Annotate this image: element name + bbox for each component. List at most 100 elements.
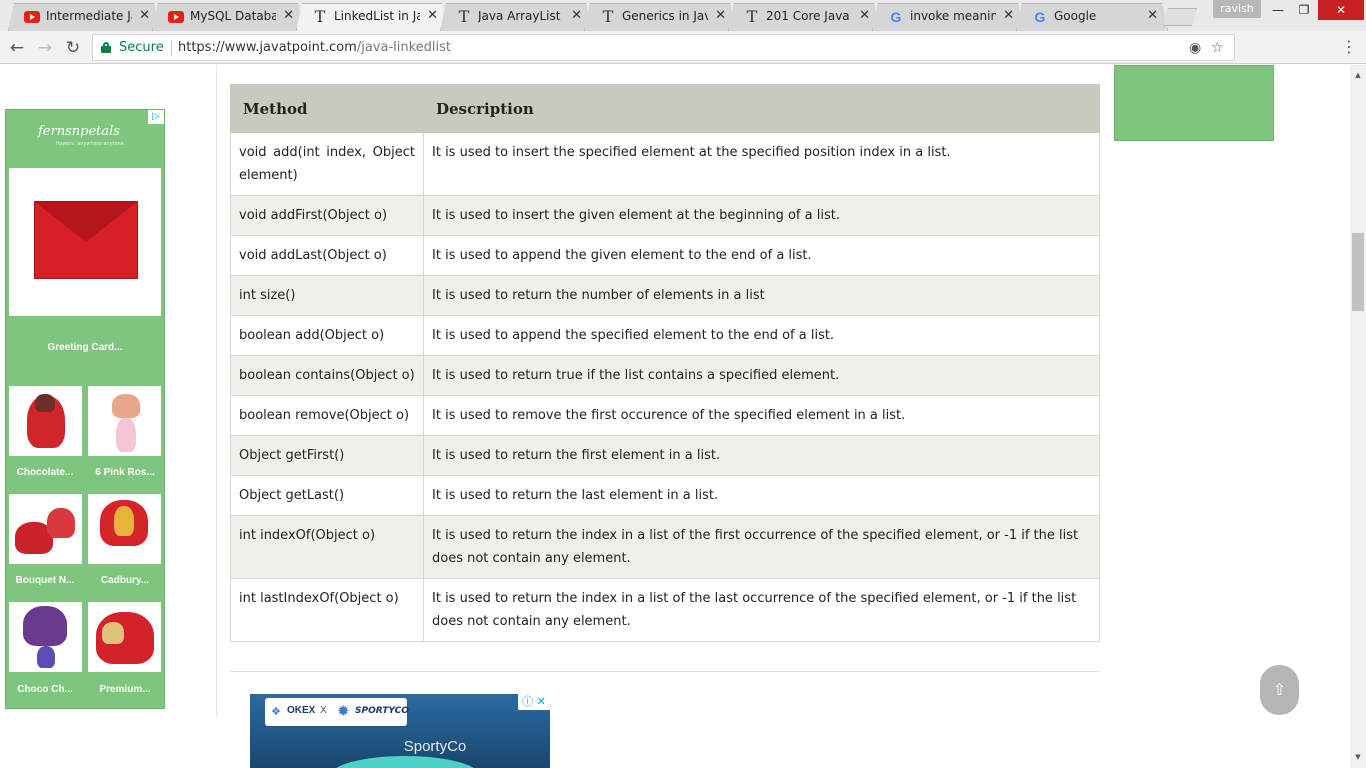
description-cell: It is used to insert the specified eleme… [423,132,1100,196]
vertical-scrollbar[interactable]: ▲ ▼ [1350,65,1366,768]
product-image-choco-chip[interactable] [9,602,82,672]
toolbar: ← → ↻ Secure https://www.javatpoint.com/… [0,31,1366,87]
close-tab-icon[interactable]: ✕ [1003,8,1014,24]
product-image-premium[interactable] [88,602,161,672]
table-row: Object getFirst() It is used to return th… [230,435,1100,476]
close-tab-icon[interactable]: ✕ [139,8,150,24]
javatpoint-icon: T [746,7,758,26]
content-divider [216,65,217,717]
left-advertisement[interactable]: ▷ fernsnpetals flowers. anywhere anytime… [5,109,165,709]
tab-title: MySQL Databas [190,9,276,23]
product-image-bouquet[interactable] [9,494,82,564]
greeting-card-image[interactable] [9,168,161,316]
product-caption[interactable]: Premium... [86,684,164,695]
adchoices-icon[interactable]: ▷ [148,110,164,124]
method-cell: Object getFirst() [230,435,424,476]
table-row: boolean add(Object o) It is used to appen… [230,315,1100,356]
scroll-down-icon[interactable]: ▼ [1350,749,1366,765]
browser-tab[interactable]: T Java ArrayList c ✕ [440,3,592,31]
description-column-header: Description [423,84,1100,133]
close-tab-icon[interactable]: ✕ [859,8,870,24]
youtube-icon [168,9,184,25]
ad-sponsor-logos: ❖ OKEX X ✹ SPORTYCO [265,698,409,726]
profile-button[interactable]: ravish [1213,0,1261,18]
description-cell: It is used to return the first element i… [423,435,1100,476]
bookmark-star-icon[interactable]: ☆ [1211,39,1224,57]
sportyco-icon: ✹ [337,702,350,720]
ad-main-caption[interactable]: Greeting Card... [6,342,164,353]
okex-icon: ❖ [271,705,281,718]
method-cell: void addFirst(Object o) [230,195,424,236]
javatpoint-icon: T [458,7,470,26]
product-image-chocolate[interactable] [9,386,82,456]
youtube-icon [24,9,40,25]
restore-icon[interactable]: ❐ [1290,0,1318,20]
bottom-advertisement[interactable]: ❖ OKEX X ✹ SPORTYCO ⓘ ✕ SportyCo [250,694,550,768]
product-image-pink-roses[interactable] [88,386,161,456]
ad-graphic [330,756,480,768]
product-caption[interactable]: 6 Pink Ros... [86,467,164,478]
product-caption[interactable]: Cadbury... [86,575,164,586]
browser-tab[interactable]: T Generics in Java ✕ [584,3,736,31]
product-image-cadbury[interactable] [88,494,161,564]
browser-tab[interactable]: T LinkedList in Ja ✕ [296,3,448,31]
back-icon[interactable]: ← [6,37,28,59]
table-row: void add(int index, Object element) It is… [230,132,1100,196]
logo-separator: X [320,705,327,716]
close-tab-icon[interactable]: ✕ [715,8,726,24]
product-caption[interactable]: Chocolate... [6,467,84,478]
scroll-to-top-button[interactable]: ⇧ [1260,665,1299,715]
method-column-header: Method [230,84,424,133]
method-cell: boolean add(Object o) [230,315,424,356]
cookie-blocked-icon[interactable]: ◉ [1189,39,1201,57]
close-tab-icon[interactable]: ✕ [427,8,438,24]
minimize-icon[interactable]: — [1264,0,1292,20]
table-row: Object getLast() It is used to return the… [230,475,1100,516]
javatpoint-icon: T [314,7,326,26]
google-icon: G [890,9,902,25]
close-tab-icon[interactable]: ✕ [283,8,294,24]
new-tab-button[interactable] [1163,8,1197,26]
product-caption[interactable]: Bouquet N... [6,575,84,586]
scroll-up-icon[interactable]: ▲ [1350,67,1366,83]
description-cell: It is used to return the number of eleme… [423,275,1100,316]
description-cell: It is used to return the index in a list… [423,515,1100,579]
tab-title: Java ArrayList c [478,9,564,23]
description-cell: It is used to remove the first occurence… [423,395,1100,436]
sportyco-logo-text: SPORTYCO [355,706,409,716]
browser-tab[interactable]: G Google ✕ [1016,3,1168,31]
scrollbar-thumb[interactable] [1352,233,1364,311]
close-window-icon[interactable]: ✕ [1318,0,1364,20]
secure-label: Secure [119,40,164,55]
browser-tab[interactable]: Ginvoke meaning ✕ [872,3,1024,31]
lock-icon [101,42,111,53]
table-row: int size() It is used to return the numbe… [230,275,1100,316]
tab-title: Intermediate Ja [46,9,132,23]
reload-icon[interactable]: ↻ [62,37,84,59]
browser-tab[interactable]: Intermediate Ja ✕ [8,3,160,31]
forward-icon[interactable]: → [34,37,56,59]
description-cell: It is used to return true if the list co… [423,355,1100,396]
description-cell: It is used to append the given element t… [423,235,1100,276]
method-cell: int size() [230,275,424,316]
table-header-row: Method Description [230,84,1100,133]
address-bar[interactable]: Secure https://www.javatpoint.com/java-l… [92,34,1235,61]
browser-tab[interactable]: MySQL Databas ✕ [152,3,304,31]
close-tab-icon[interactable]: ✕ [571,8,582,24]
menu-icon[interactable]: ⋮ [1338,36,1360,58]
table-row: int lastIndexOf(Object o) It is used to r… [230,578,1100,642]
envelope-image [34,201,138,279]
description-cell: It is used to append the specified eleme… [423,315,1100,356]
ad-headline: SportyCo [403,738,467,755]
method-cell: void addLast(Object o) [230,235,424,276]
url-text[interactable]: https://www.javatpoint.com/java-linkedli… [178,40,451,56]
right-advertisement[interactable] [1114,65,1274,141]
product-caption[interactable]: Choco Ch... [6,684,84,695]
description-cell: It is used to return the index in a list… [423,578,1100,642]
close-tab-icon[interactable]: ✕ [1147,8,1158,24]
fnp-logo: fernsnpetals [38,124,120,139]
browser-tab[interactable]: T 201 Core Java I ✕ [728,3,880,31]
tab-title: invoke meaning [910,9,996,23]
ad-close-icon[interactable]: ⓘ ✕ [518,694,550,710]
description-cell: It is used to return the last element in… [423,475,1100,516]
